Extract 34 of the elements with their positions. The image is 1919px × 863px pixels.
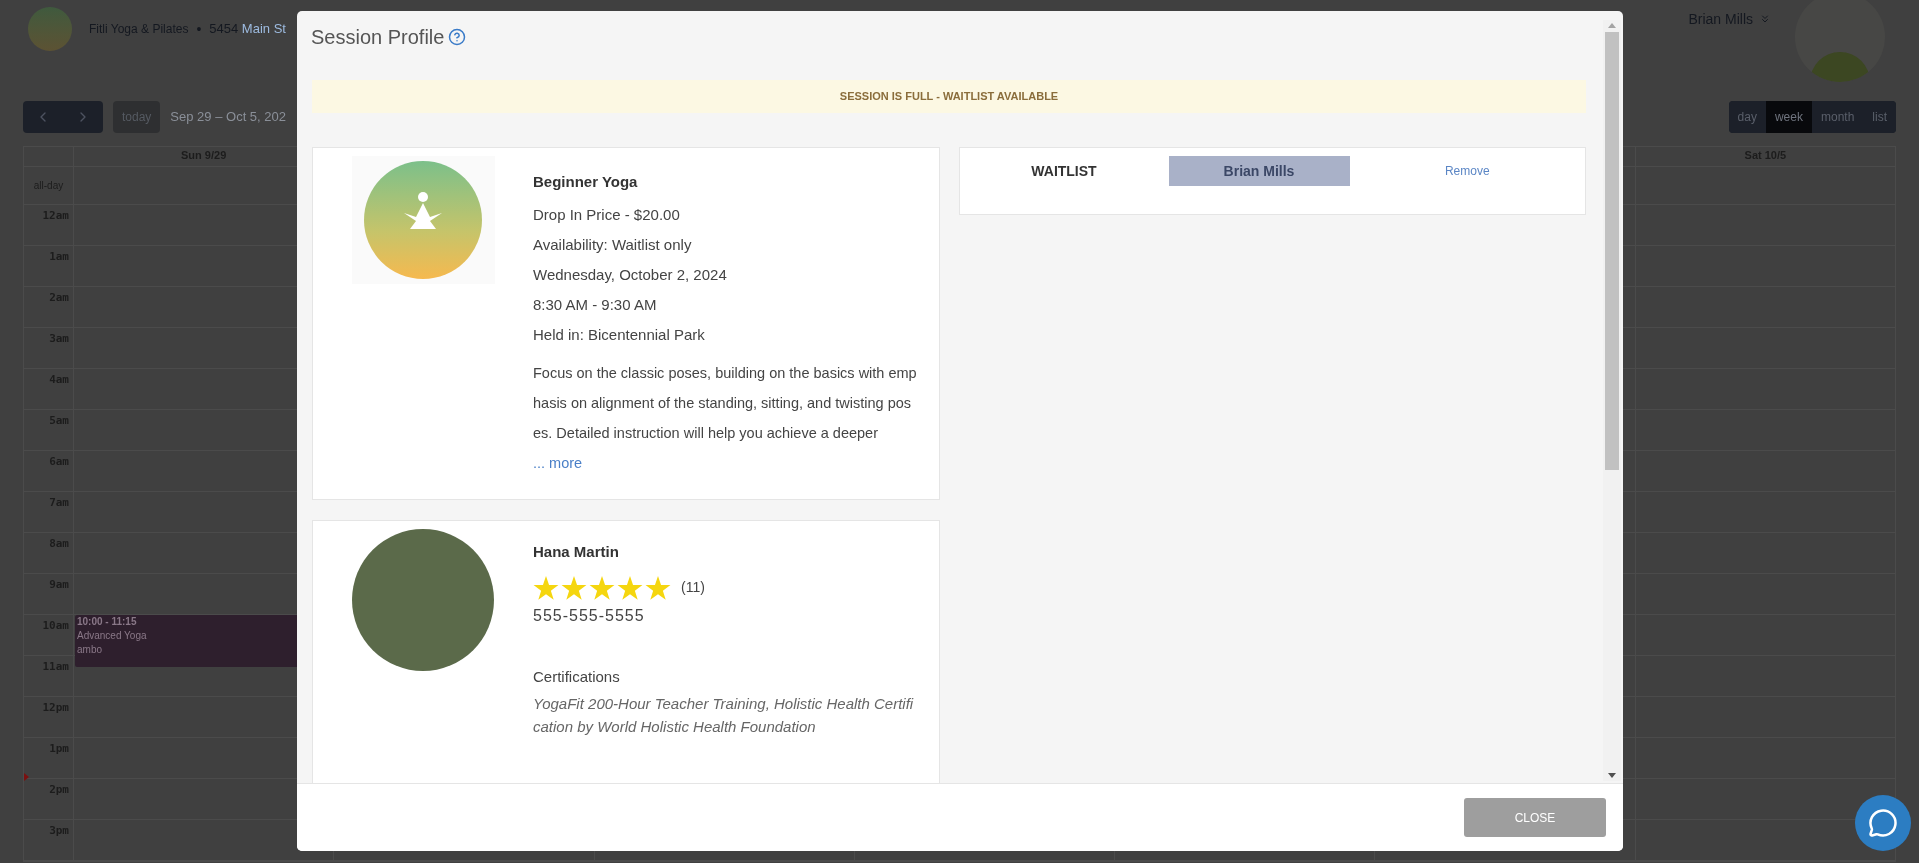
rating-count: (11) bbox=[681, 578, 705, 597]
view-tab[interactable]: week bbox=[1765, 101, 1812, 133]
session-detail: Wednesday, October 2, 2024 bbox=[533, 265, 728, 284]
session-detail: Drop In Price - $20.00 bbox=[533, 205, 681, 224]
close-button[interactable]: CLOSE bbox=[1464, 798, 1606, 837]
session-detail: Availability: Waitlist only bbox=[533, 235, 693, 254]
chevron-icon bbox=[1759, 13, 1771, 25]
remove-link[interactable]: Remove bbox=[1444, 162, 1490, 180]
star-icon bbox=[589, 575, 615, 600]
certifications-text: YogaFit 200-Hour Teacher Training, Holistic Health Certification by World Holistic Health Foundation bbox=[533, 694, 915, 737]
scrollbar[interactable] bbox=[1603, 20, 1621, 781]
session-detail: Held in: Bicentennial Park bbox=[533, 325, 706, 344]
session-detail: 8:30 AM - 9:30 AM bbox=[533, 295, 658, 314]
instructor-name: Hana Martin bbox=[533, 542, 620, 562]
now-indicator-icon bbox=[24, 773, 29, 781]
help-icon[interactable] bbox=[448, 28, 467, 46]
chat-button[interactable] bbox=[1855, 795, 1911, 851]
more-link[interactable]: ... more bbox=[533, 454, 583, 471]
logo-icon bbox=[28, 7, 72, 51]
session-name: Beginner Yoga bbox=[533, 172, 639, 192]
star-icon bbox=[533, 575, 559, 600]
session-description: Focus on the classic poses, building on the basics with emphasis on alignment of the standing, sitting, and twisting poses. Detailed instruction will help you achieve a deeper ... more bbox=[533, 363, 918, 473]
separator-dot: • bbox=[196, 19, 202, 39]
star-icon bbox=[645, 575, 671, 600]
star-icon bbox=[617, 575, 643, 600]
dialog-title: Session Profile bbox=[311, 25, 445, 50]
certifications-label: Certifications bbox=[533, 666, 621, 687]
instructor-phone: 555-555-5555 bbox=[533, 605, 646, 626]
waitlist-name-chip: Brian Mills bbox=[1168, 156, 1350, 186]
date-range: Sep 29 – Oct 5, 202 bbox=[170, 108, 286, 127]
waitlist-heading: WAITLIST bbox=[1031, 162, 1097, 181]
star-icon bbox=[561, 575, 587, 600]
full-session-banner: SESSION IS FULL - WAITLIST AVAILABLE bbox=[312, 80, 1586, 113]
chat-icon bbox=[1868, 808, 1898, 838]
